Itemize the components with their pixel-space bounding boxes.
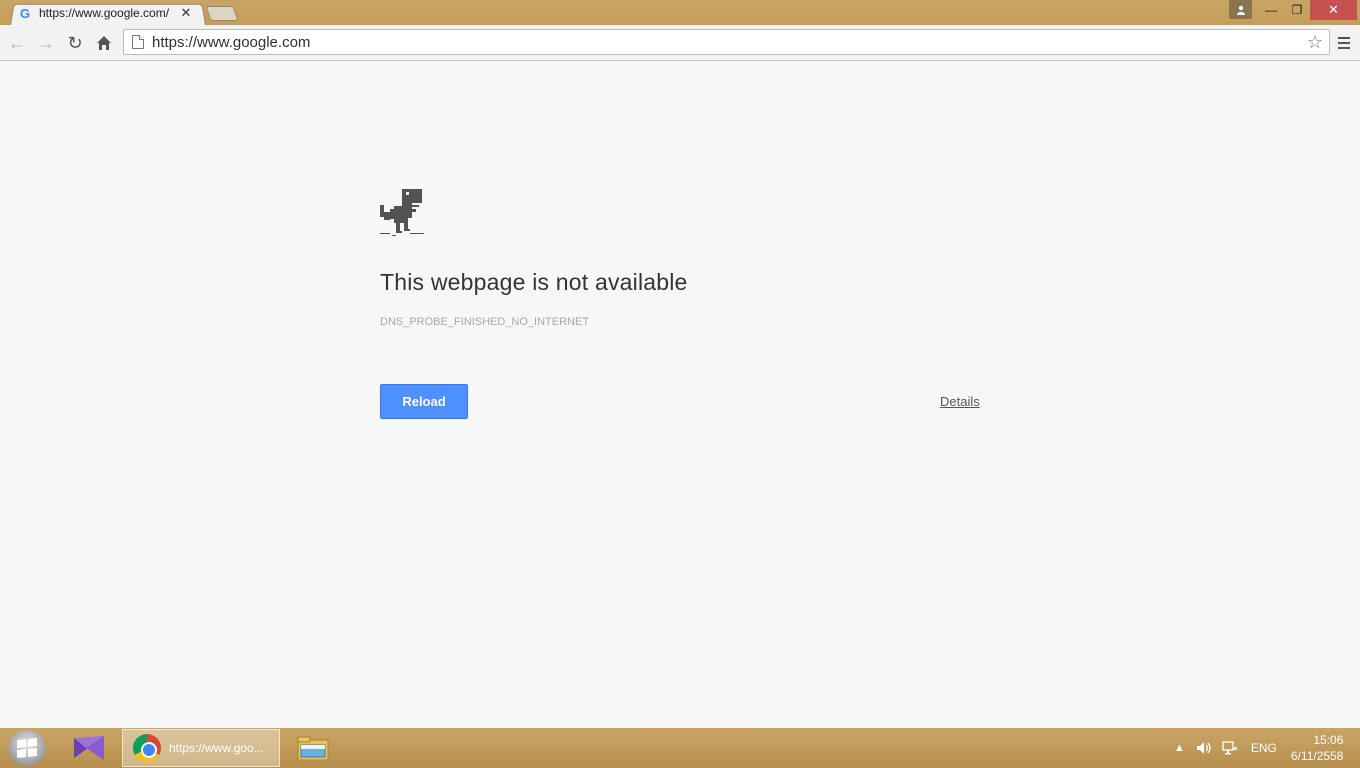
browser-tab-content[interactable]: G https://www.google.com/ ✕ (18, 3, 198, 23)
visual-studio-icon (74, 736, 104, 760)
chrome-icon (133, 734, 161, 762)
start-button[interactable] (8, 730, 46, 766)
address-bar[interactable]: https://www.google.com ☆ (123, 29, 1330, 55)
url-text[interactable]: https://www.google.com (152, 34, 1303, 51)
restore-button[interactable]: ❐ (1284, 0, 1310, 20)
input-language-indicator[interactable]: ENG (1251, 741, 1277, 755)
chrome-taskbar-label: https://www.goo... (169, 741, 264, 755)
windows-taskbar: https://www.goo... ▲ ENG 15:06 6/11/2558 (0, 728, 1360, 768)
system-tray: ▲ ENG 15:06 6/11/2558 (1168, 728, 1343, 768)
browser-tabstrip: G https://www.google.com/ ✕ — ❐ ✕ (0, 0, 1360, 26)
network-icon[interactable] (1222, 741, 1238, 755)
reload-icon[interactable]: ↻ (63, 31, 87, 55)
page-icon (132, 35, 144, 49)
tab-title: https://www.google.com/ (39, 6, 170, 20)
back-arrow-icon[interactable]: ← (5, 31, 29, 55)
home-icon[interactable] (92, 31, 116, 55)
error-page: This webpage is not available DNS_PROBE_… (0, 62, 1360, 728)
browser-toolbar: ← → ↻ https://www.google.com ☆ (0, 25, 1360, 61)
forward-arrow-icon[interactable]: → (34, 31, 58, 55)
clock-date: 6/11/2558 (1290, 749, 1344, 763)
minimize-button[interactable]: — (1258, 0, 1284, 20)
error-title: This webpage is not available (380, 269, 688, 295)
user-profile-icon[interactable] (1229, 0, 1252, 19)
google-favicon-icon: G (19, 5, 31, 21)
tab-close-icon[interactable]: ✕ (179, 5, 193, 21)
offline-dinosaur-icon (380, 189, 424, 236)
error-code: DNS_PROBE_FINISHED_NO_INTERNET (380, 316, 590, 328)
visual-studio-taskbar-button[interactable] (68, 730, 110, 766)
chrome-menu-icon[interactable] (1334, 32, 1354, 54)
close-window-button[interactable]: ✕ (1310, 0, 1357, 20)
bookmark-star-icon[interactable]: ☆ (1303, 32, 1327, 53)
details-link[interactable]: Details (940, 394, 980, 409)
taskbar-clock[interactable]: 15:06 6/11/2558 (1291, 732, 1344, 764)
chrome-taskbar-button[interactable]: https://www.goo... (122, 729, 280, 767)
reload-button[interactable]: Reload (380, 384, 468, 419)
windows-logo-icon (17, 737, 37, 759)
user-icon (1236, 5, 1245, 15)
clock-time: 15:06 (1313, 733, 1344, 747)
volume-icon[interactable] (1196, 741, 1212, 755)
show-hidden-icons-icon[interactable]: ▲ (1174, 742, 1185, 754)
folder-icon (297, 736, 329, 761)
file-explorer-taskbar-button[interactable] (295, 732, 331, 764)
new-tab-button[interactable] (205, 6, 239, 21)
house-icon (97, 36, 111, 50)
